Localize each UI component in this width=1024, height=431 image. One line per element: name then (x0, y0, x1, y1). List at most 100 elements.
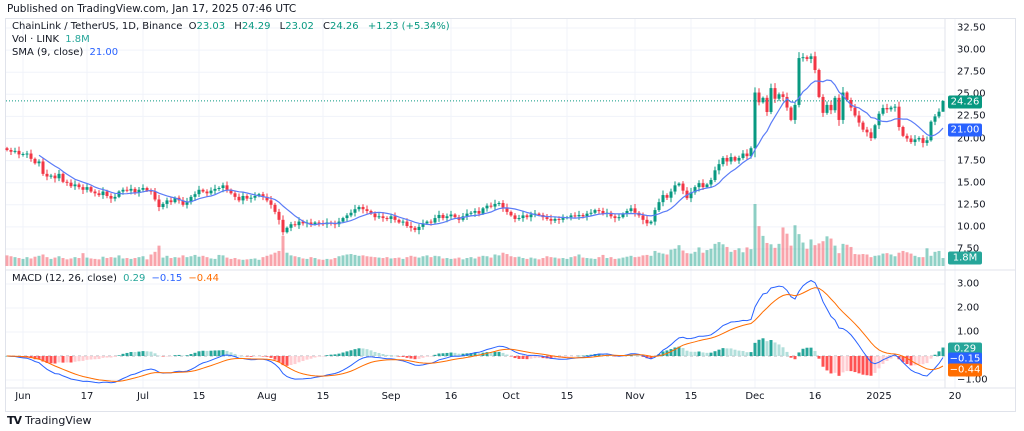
macd-histogram-bar (165, 356, 169, 357)
volume-bar (309, 257, 313, 266)
macd-histogram-bar (389, 355, 393, 356)
candle-body (761, 97, 765, 103)
volume-bar (701, 252, 705, 266)
candle-body (77, 184, 81, 188)
volume-bar (193, 254, 197, 266)
volume-bar (873, 255, 877, 266)
time-tick: 16 (444, 391, 458, 402)
candle-body (669, 191, 673, 198)
volume-bar (85, 257, 89, 266)
candle-body (37, 161, 41, 164)
volume-bar (281, 235, 285, 266)
macd-histogram-bar (713, 351, 717, 356)
volume-bar (893, 256, 897, 266)
candle-body (893, 106, 897, 108)
macd-histogram-bar (277, 356, 281, 362)
macd-histogram-bar (397, 356, 401, 357)
sma-badge: 21.00 (948, 123, 982, 137)
macd-histogram-bar (93, 356, 97, 360)
candle-body (493, 203, 497, 207)
macd-histogram-bar (749, 352, 753, 356)
candle-body (129, 188, 133, 191)
candle-body (793, 104, 797, 120)
candle-body (553, 218, 557, 221)
macd-histogram-bar (337, 353, 341, 356)
volume-bar (65, 259, 69, 266)
volume-bar (757, 226, 761, 266)
volume-bar (333, 258, 337, 266)
macd-histogram-bar (777, 344, 781, 356)
volume-bar (801, 242, 805, 266)
macd-histogram-bar (769, 340, 773, 356)
volume-bar (69, 258, 73, 266)
volume-bar (497, 255, 501, 266)
volume-bar (21, 258, 25, 266)
volume-bar (293, 256, 297, 266)
candle-body (613, 216, 617, 219)
macd-histogram-bar (361, 348, 365, 356)
volume-bar (669, 249, 673, 266)
volume-bar (685, 253, 689, 266)
volume-bar (105, 258, 109, 266)
candle-body (705, 184, 709, 188)
candle-body (345, 215, 349, 219)
macd-histogram-bar (313, 356, 317, 358)
volume-bar (177, 257, 181, 266)
volume-bar (137, 257, 141, 266)
macd-label[interactable]: MACD (12, 26, close) (12, 273, 117, 284)
volume-bar (45, 257, 49, 266)
volume-bar (457, 257, 461, 266)
time-tick: Sep (381, 391, 401, 402)
candle-body (449, 214, 453, 217)
time-tick: Jun (15, 391, 31, 402)
volume-label[interactable]: Vol · LINK (12, 34, 59, 45)
candle-body (169, 200, 173, 203)
candle-body (397, 219, 401, 223)
candle-body (233, 193, 237, 197)
volume-bar (901, 250, 905, 266)
volume-bar (653, 250, 657, 266)
candle-body (629, 208, 633, 211)
candle-body (645, 219, 649, 224)
tradingview-logo[interactable]: TV TradingView (7, 414, 92, 427)
candle-body (925, 140, 929, 143)
macd-histogram-bar (529, 356, 533, 359)
candle-body (241, 195, 245, 201)
macd-histogram-bar (201, 350, 205, 356)
candle-body (97, 193, 101, 196)
candle-body (817, 69, 821, 97)
volume-bar (77, 258, 81, 266)
volume-bar (353, 254, 357, 266)
volume-bar (49, 258, 53, 266)
candle-body (213, 188, 217, 191)
volume-bar (33, 256, 37, 266)
candle-body (497, 203, 501, 205)
volume-bar (709, 248, 713, 266)
time-tick: 15 (560, 391, 574, 402)
volume-bar (125, 258, 129, 266)
candle-body (777, 94, 781, 99)
volume-bar (145, 259, 149, 266)
volume-bar (301, 258, 305, 266)
sma-label[interactable]: SMA (9, close) (12, 47, 83, 58)
macd-histogram-bar (49, 356, 53, 364)
macd-histogram-bar (705, 352, 709, 356)
candle-body (513, 215, 517, 219)
volume-bar (725, 246, 729, 266)
macd-histogram-bar (873, 356, 877, 373)
macd-histogram-bar (173, 355, 177, 356)
chart-canvas[interactable] (0, 0, 1024, 431)
candle-body (933, 116, 937, 122)
candle-body (165, 200, 169, 204)
macd-histogram-bar (533, 356, 537, 359)
volume-bar (97, 259, 101, 266)
symbol-title[interactable]: ChainLink / TetherUS, 1D, Binance (12, 21, 182, 32)
macd-hist-value: 0.29 (123, 273, 146, 284)
volume-bar (733, 250, 737, 266)
volume-bar (521, 258, 525, 266)
candle-body (101, 191, 105, 196)
volume-bar (677, 245, 681, 266)
volume-bar (9, 256, 13, 266)
volume-bar (437, 256, 441, 266)
macd-histogram-bar (701, 352, 705, 356)
